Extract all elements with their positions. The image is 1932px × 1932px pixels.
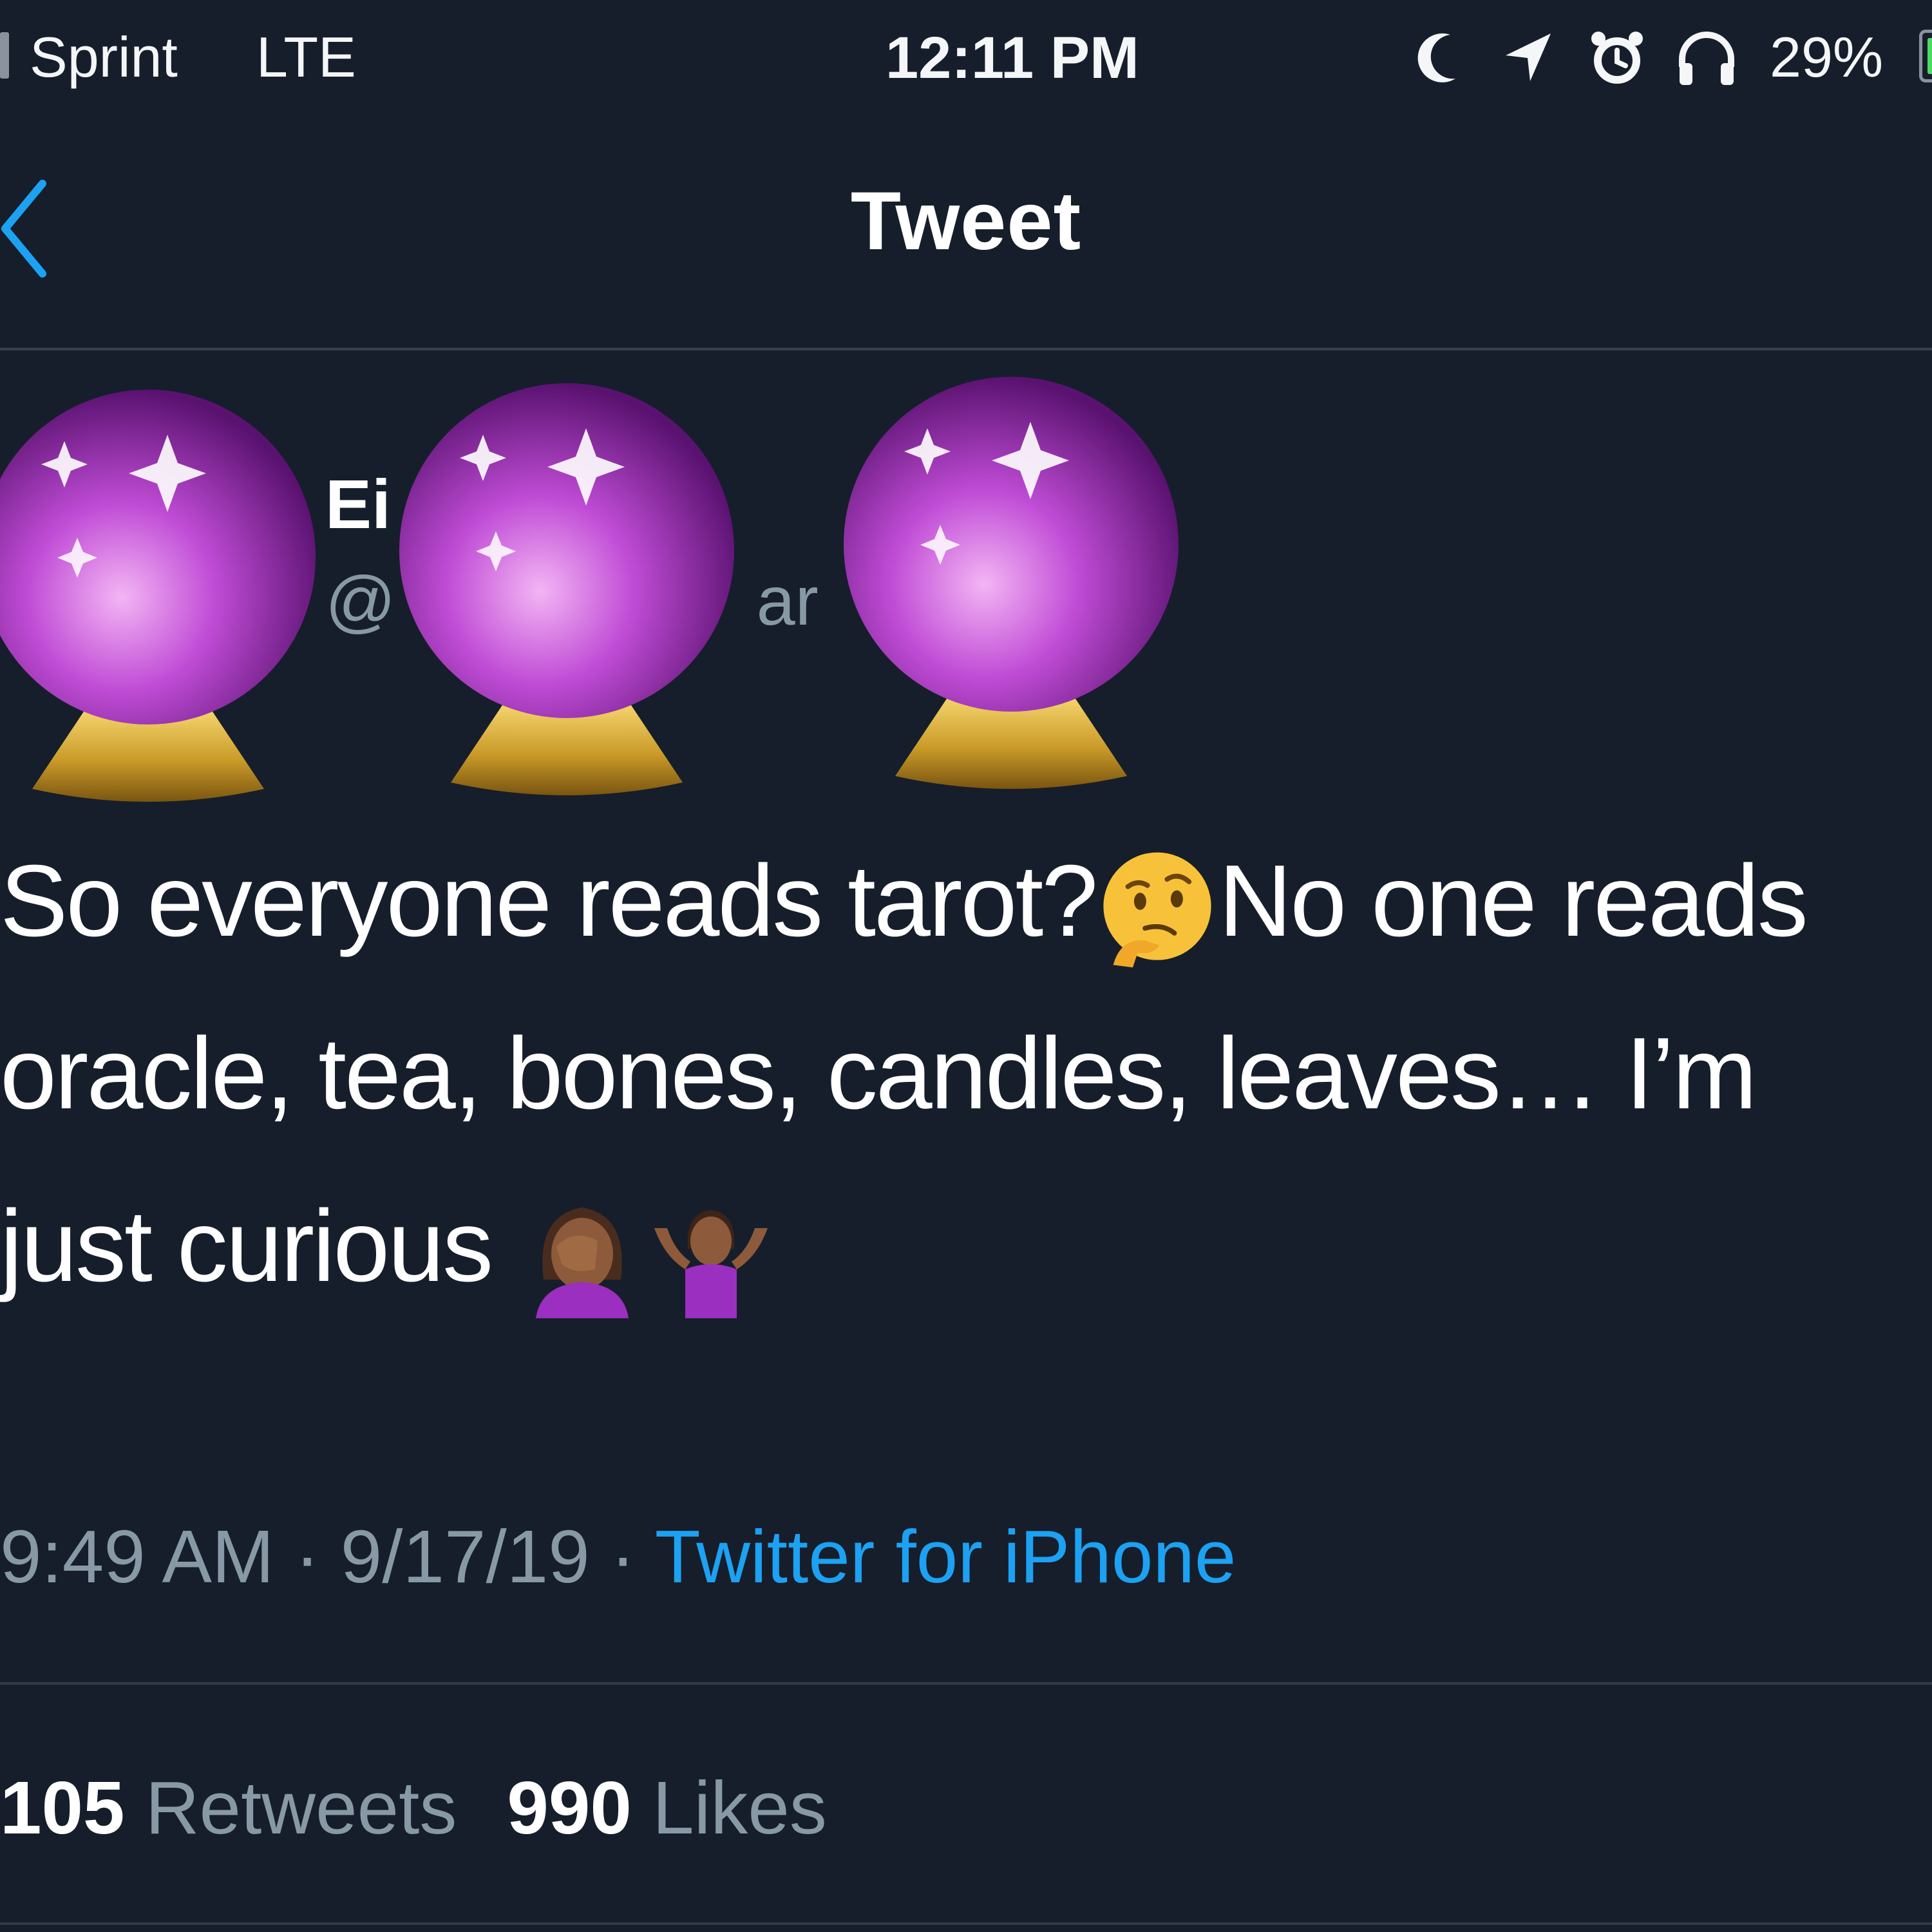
battery-icon [1919,30,1932,82]
tweet-line-3: just curious [0,1160,1932,1332]
crystal-ball-emoji [399,383,734,795]
back-button[interactable] [0,177,71,280]
tweet-text-part: So everyone reads tarot? [0,844,1098,958]
tweet-source-link[interactable]: Twitter for iPhone [655,1515,1236,1598]
tweet-meta: 9:49 AM · 9/17/19 · Twitter for iPhone [0,1513,1236,1600]
tweet-stats: 105 Retweets 990 Likes [0,1765,827,1851]
woman-shrugging-emoji [654,1210,768,1319]
author-handle-end: ar [756,562,819,639]
carrier-label: Sprint [30,25,178,89]
author-handle-start: @ [325,562,396,639]
nav-divider [0,348,1932,350]
tweet-time: 9:49 AM [0,1515,274,1598]
crystal-ball-emoji [844,377,1179,789]
meta-divider [0,1682,1932,1685]
woman-facepalming-emoji [536,1208,629,1319]
tweet-text: So everyone reads tarot? No one reads or… [0,815,1932,1332]
chevron-left-icon [1,180,46,278]
signal-indicator [0,32,9,79]
tweet-line-2: oracle, tea, bones, candles, leaves… I’m [0,1017,1757,1130]
author-name[interactable]: Ei [325,464,391,544]
battery-level [1927,38,1932,74]
battery-percent: 29% [1770,25,1884,89]
tweet-text-part: No one reads [1218,844,1808,958]
meta-separator: · [589,1515,655,1598]
stats-divider [0,1922,1932,1925]
tweet-line-1: So everyone reads tarot? No one reads [0,815,1932,987]
alarm-icon [1591,32,1643,84]
headphones-icon [1679,32,1734,85]
page-title: Tweet [850,175,1082,267]
likes-label: Likes [652,1766,827,1850]
retweets-count: 105 [0,1766,125,1850]
likes-stat[interactable]: 990 Likes [507,1766,827,1850]
thinking-face-emoji [1103,852,1211,968]
retweets-stat[interactable]: 105 Retweets [0,1766,457,1850]
retweets-label: Retweets [145,1766,457,1850]
network-type-label: LTE [256,25,356,89]
likes-count: 990 [507,1766,632,1850]
crystal-ball-emoji [0,390,316,802]
status-clock: 12:11 PM [886,25,1139,91]
location-arrow-icon [1506,33,1551,81]
moon-icon [1417,33,1455,82]
meta-separator: · [274,1515,341,1598]
status-bar: Sprint LTE 12:11 PM 29% [0,0,1932,116]
tweet-text-part: just curious [0,1189,518,1303]
tweet-date: 9/17/19 [340,1515,590,1598]
